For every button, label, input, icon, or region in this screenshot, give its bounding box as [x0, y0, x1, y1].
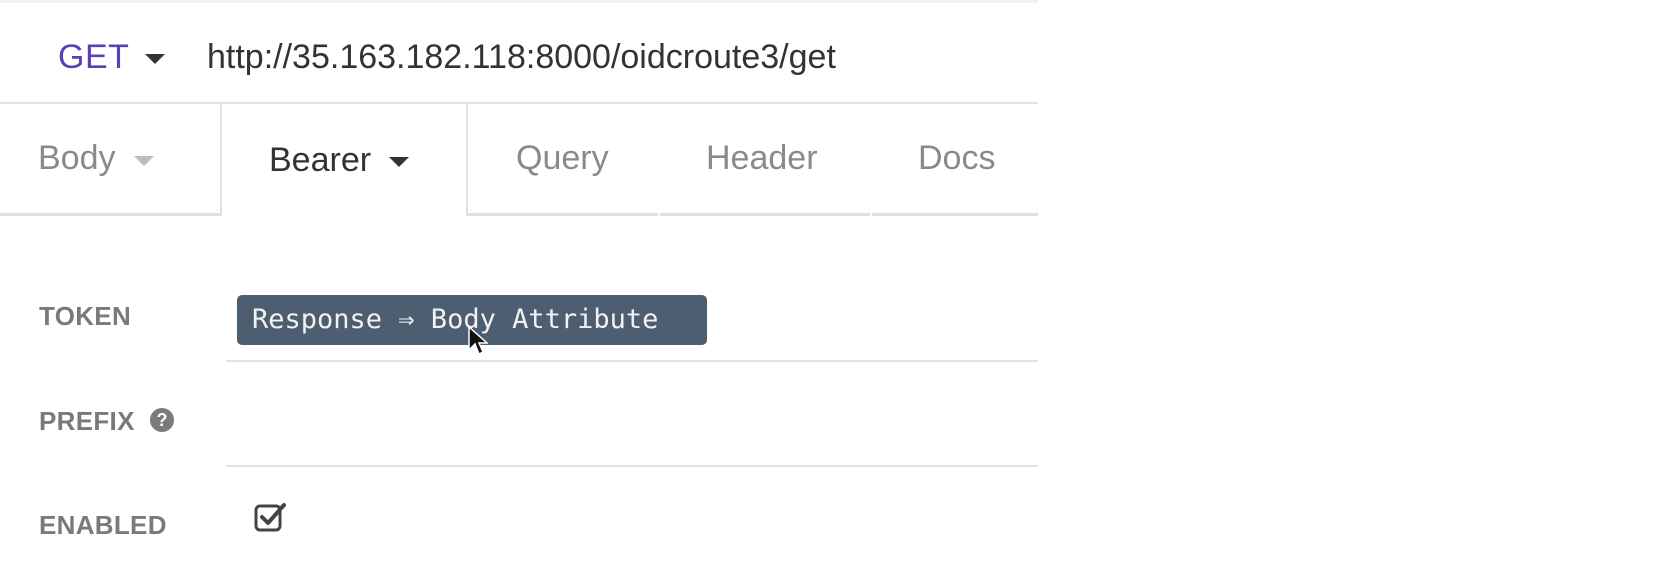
request-tabs: Body Bearer Query Header Docs	[0, 104, 1038, 216]
url-input[interactable]	[207, 35, 1027, 79]
method-label: GET	[58, 37, 130, 76]
prefix-input[interactable]	[226, 392, 1042, 464]
tab-query[interactable]: Query	[468, 104, 658, 216]
token-field-underline	[226, 360, 1038, 362]
tab-bearer-label: Bearer	[269, 140, 372, 179]
tab-header-label: Header	[706, 139, 818, 177]
chevron-down-icon	[145, 53, 166, 64]
prefix-field-underline	[226, 465, 1038, 467]
tab-docs-label: Docs	[918, 139, 996, 177]
tab-header[interactable]: Header	[660, 104, 870, 216]
enabled-label: ENABLED	[39, 510, 167, 540]
tab-bearer[interactable]: Bearer	[220, 104, 468, 216]
chevron-down-icon	[389, 157, 410, 167]
checkbox-checked-icon[interactable]	[254, 500, 288, 534]
method-dropdown[interactable]: GET	[58, 35, 166, 79]
tab-docs[interactable]: Docs	[872, 104, 1038, 216]
prefix-label: PREFIX	[39, 406, 135, 436]
tab-body[interactable]: Body	[0, 104, 220, 216]
help-icon[interactable]: ?	[150, 408, 174, 432]
mouse-pointer-icon	[468, 326, 488, 356]
url-bar: GET	[0, 3, 1038, 104]
tab-body-label: Body	[38, 139, 116, 177]
request-pane: GET Body Bearer Query Header Docs TOKEN …	[0, 0, 1042, 583]
token-label: TOKEN	[39, 301, 132, 331]
tab-query-label: Query	[516, 139, 609, 177]
chevron-down-icon	[133, 155, 154, 166]
